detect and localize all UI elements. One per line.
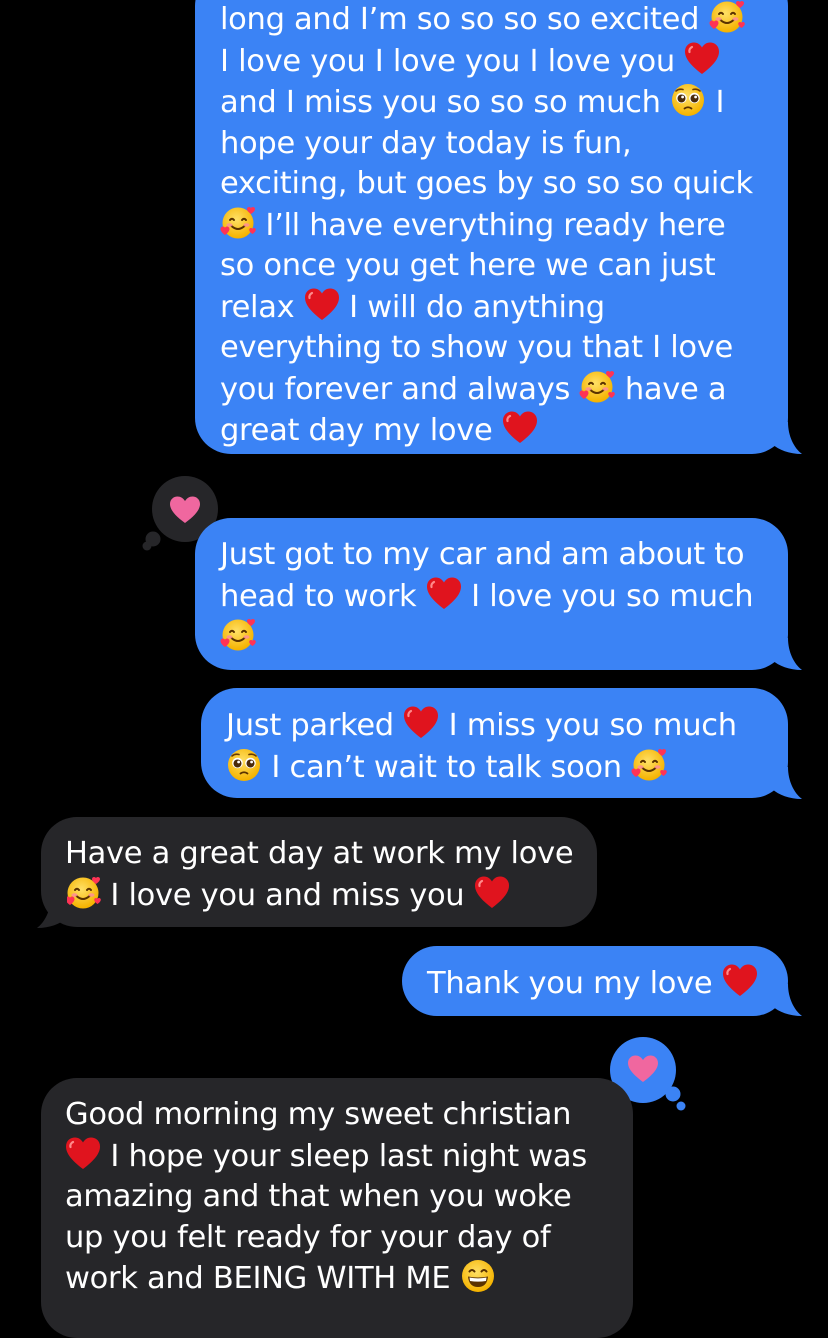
message-line: amazing and that when you woke [65, 1177, 633, 1218]
message-line: relax I will do anything [220, 287, 788, 329]
red-heart-icon [684, 41, 720, 77]
message-text: I love you and miss you [101, 877, 465, 913]
smiling-face-with-hearts-icon [220, 205, 256, 241]
message-text: relax [220, 289, 295, 325]
message-line: so once you get here we can just [220, 246, 788, 287]
message-line: and I miss you so so so much I [220, 82, 788, 124]
message-text: Just got to my car and am about to [220, 537, 745, 572]
message-line: Have a great day at work my love [65, 834, 597, 875]
bubble-tail [772, 422, 802, 454]
smiling-face-with-hearts-icon [631, 747, 667, 783]
bubble-tail [37, 896, 67, 928]
message-line: you forever and always have a [220, 369, 788, 411]
smiling-face-with-hearts-icon [579, 369, 615, 405]
message-text: have a [615, 371, 727, 407]
smiling-face-with-hearts-icon [220, 617, 256, 653]
pleading-face-icon [670, 82, 706, 118]
bubble-tail [772, 984, 802, 1016]
message-line: Thank you my love [427, 963, 788, 1005]
message-line: I can’t wait to talk soon [226, 747, 788, 789]
red-heart-icon [722, 963, 758, 999]
message-line: Just got to my car and am about to [220, 535, 788, 576]
message-line: I’ll have everything ready here [220, 205, 788, 247]
message-text: I’ll have everything ready here [256, 207, 726, 243]
message-bubble-received[interactable]: Have a great day at work my love I love … [41, 817, 597, 927]
message-line: exciting, but goes by so so so quick [220, 164, 788, 205]
message-text: Have a great day at work my love [65, 836, 574, 871]
message-line [220, 617, 788, 659]
message-text: Just parked [226, 708, 394, 743]
message-line: head to work I love you so much [220, 576, 788, 618]
red-heart-icon [403, 705, 439, 741]
message-bubble-sent[interactable]: Just parked I miss you so much I can’t w… [201, 688, 788, 798]
bubble-tail [772, 638, 802, 670]
message-text: I can’t wait to talk soon [262, 749, 622, 785]
message-line: I hope your sleep last night was [65, 1136, 633, 1178]
message-line: work and BEING WITH ME [65, 1258, 633, 1300]
message-text: amazing and that when you woke [65, 1179, 572, 1214]
message-bubble-sent[interactable]: Thank you my love [402, 946, 788, 1016]
message-bubble-sent[interactable]: long and I’m so so so so excited I love … [195, 0, 788, 454]
message-line: everything to show you that I love [220, 328, 788, 369]
message-text: you forever and always [220, 371, 571, 407]
message-text: long and I’m so so so so excited [220, 2, 700, 37]
message-text: head to work [220, 578, 417, 614]
message-text: I love you so much [461, 578, 754, 614]
red-heart-icon [474, 875, 510, 911]
message-bubble-received[interactable]: Good morning my sweet christian I hope y… [41, 1078, 633, 1338]
pleading-face-icon [226, 747, 262, 783]
message-text: up you felt ready for your day of [65, 1219, 551, 1255]
message-bubble-sent[interactable]: Just got to my car and am about to head t… [195, 518, 788, 670]
message-text: work and BEING WITH ME [65, 1261, 451, 1296]
message-text: I hope your sleep last night was [101, 1138, 587, 1174]
message-text: everything to show you that I love [220, 330, 733, 365]
message-line: Just parked I miss you so much [226, 705, 788, 747]
smiling-face-with-hearts-icon [65, 875, 101, 911]
message-text: hope your day today is fun, [220, 125, 632, 161]
message-text: great day my love [220, 413, 493, 448]
message-line: up you felt ready for your day of [65, 1218, 633, 1259]
message-line: long and I’m so so so so excited [220, 0, 788, 41]
smiling-face-with-hearts-icon [709, 0, 745, 35]
red-heart-icon [304, 287, 340, 323]
message-line: I love you and miss you [65, 875, 597, 917]
message-text: I love you I love you I love you [220, 43, 675, 79]
message-text: Good morning my sweet christian [65, 1097, 572, 1132]
red-heart-icon [426, 576, 462, 612]
red-heart-icon [65, 1136, 101, 1172]
message-text: I [706, 85, 725, 120]
message-text: exciting, but goes by so so so quick [220, 166, 753, 201]
message-text: so once you get here we can just [220, 248, 716, 283]
message-line: Good morning my sweet christian [65, 1095, 633, 1136]
message-text: I will do anything [339, 289, 605, 325]
message-text: Thank you my love [427, 966, 713, 1001]
message-text: and I miss you so so so much [220, 85, 661, 120]
bubble-tail [772, 767, 802, 799]
red-heart-icon [502, 410, 538, 446]
message-line: I love you I love you I love you [220, 41, 788, 83]
message-line: great day my love [220, 410, 788, 452]
message-line: hope your day today is fun, [220, 124, 788, 165]
message-text: I miss you so much [439, 708, 737, 743]
grinning-face-icon [460, 1258, 496, 1294]
